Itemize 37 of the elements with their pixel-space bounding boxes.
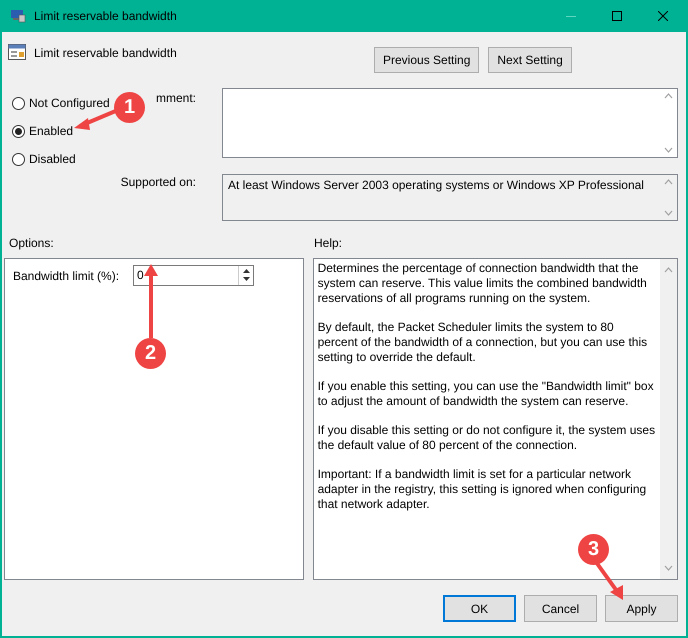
scroll-down-icon[interactable] [664,147,673,153]
help-paragraph: If you enable this setting, you can use the "Bandwidth limit" box to adjust the amount of bandwidth the system can reserve. [318,379,655,409]
next-setting-button[interactable]: Next Setting [488,47,572,73]
policy-icon [8,44,26,60]
scroll-down-icon[interactable] [664,210,673,216]
close-icon[interactable] [658,11,668,21]
field-label: Bandwidth limit (%): [13,268,120,282]
help-paragraph: By default, the Packet Scheduler limits the system to 80 percent of the bandwidth of a connection, but you can use this setting to override the default. [318,320,648,365]
apply-button[interactable]: Apply [605,595,678,622]
radio-button[interactable] [12,152,25,166]
comment-field[interactable] [222,88,678,158]
radio-label: Not Configured [29,96,110,110]
maximize-icon[interactable] [612,11,622,21]
ok-button[interactable]: OK [443,595,516,622]
scroll-up-icon[interactable] [664,179,673,185]
scroll-up-icon[interactable] [664,93,673,99]
radio-button[interactable] [12,124,25,138]
radio-label: Enabled [29,124,74,138]
supported-on-label: Supported on: [120,174,197,188]
supported-on-text: At least Windows Server 2003 operating systems or Windows XP Professional [227,177,645,194]
policy-name: Limit reservable bandwidth [34,46,178,60]
radio-button[interactable] [12,96,25,110]
help-label: Help: [314,236,344,250]
help-paragraph: Important: If a bandwidth limit is set for a particular network adapter in the registry, this setting is ignored when configuring that network adapter. [318,467,648,512]
cancel-button[interactable]: Cancel [524,595,597,622]
radio-label: Disabled [29,152,76,166]
comment-label: mment: [156,90,197,104]
step-badge: 1 [114,92,145,123]
help-paragraph: If you disable this setting or do not configure it, the system uses the default value of 80 percent of the connection. [318,423,656,453]
computer-icon [10,9,26,23]
bandwidth-limit-field[interactable]: 0 [133,265,254,286]
window-title: Limit reservable bandwidth [34,9,178,23]
options-label: Options: [9,236,55,250]
scroll-up-icon[interactable] [664,267,673,273]
help-paragraph: Determines the percentage of connection bandwidth that the system can reserve. This value limits the combined bandwidth reservations of all programs running on the system. [318,261,648,306]
previous-setting-button[interactable]: Previous Setting [374,47,480,73]
scroll-down-icon[interactable] [664,565,673,571]
